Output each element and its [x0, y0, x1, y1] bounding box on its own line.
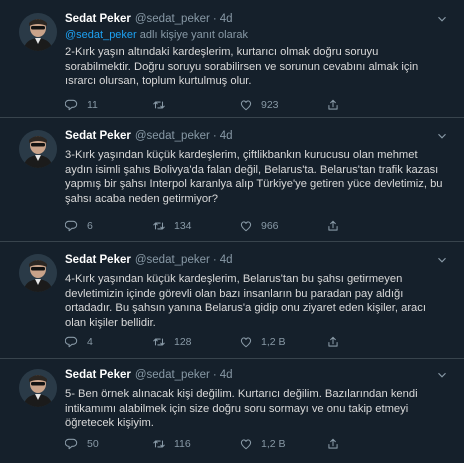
tweet-actions: 50 116 1,2 B: [65, 436, 410, 452]
like-button[interactable]: 923: [239, 98, 279, 112]
share-button[interactable]: [326, 437, 348, 451]
retweet-button[interactable]: 134: [152, 219, 192, 233]
heart-icon: [240, 100, 252, 111]
share-icon: [328, 336, 338, 347]
tweet-content: Sedat Peker @sedat_peker · 4d 3-Kırk yaş…: [65, 128, 450, 206]
tweet-text: 3-Kırk yaşından küçük kardeşlerim, çiftl…: [65, 149, 443, 205]
tweet[interactable]: Sedat Peker @sedat_peker · 4d 3-Kırk yaş…: [0, 118, 464, 242]
author-name[interactable]: Sedat Peker: [65, 11, 131, 27]
tweet-text: 4-Kırk yaşından küçük kardeşlerim, Belar…: [65, 273, 426, 329]
reply-icon: [65, 220, 78, 232]
like-count: 923: [261, 99, 279, 111]
tweet-timeline: Sedat Peker @sedat_peker · 4d @sedat_pek…: [0, 0, 464, 463]
author-name[interactable]: Sedat Peker: [65, 128, 131, 144]
share-button[interactable]: [326, 98, 348, 112]
retweet-count: 128: [174, 336, 192, 348]
author-name[interactable]: Sedat Peker: [65, 252, 131, 268]
avatar[interactable]: [19, 369, 57, 407]
avatar[interactable]: [19, 130, 57, 168]
tweet-content: Sedat Peker @sedat_peker · 4d 4-Kırk yaş…: [65, 252, 450, 330]
author-handle[interactable]: @sedat_peker: [135, 128, 210, 144]
tweet-content: Sedat Peker @sedat_peker · 4d 5- Ben örn…: [65, 367, 450, 431]
more-chevron-icon[interactable]: [434, 128, 450, 144]
reply-icon: [65, 438, 78, 450]
tweet-actions: 6 134 966: [65, 218, 410, 234]
retweet-button[interactable]: 116: [152, 437, 191, 451]
timestamp[interactable]: 4d: [220, 128, 233, 144]
like-count: 1,2 B: [261, 336, 286, 348]
tweet-text: 5- Ben örnek alınacak kişi değilim. Kurt…: [65, 388, 418, 429]
separator-dot: ·: [212, 254, 217, 266]
reply-icon: [65, 336, 78, 348]
author-handle[interactable]: @sedat_peker: [135, 367, 210, 383]
tweet-header: Sedat Peker @sedat_peker · 4d: [65, 128, 450, 144]
reply-icon: [65, 99, 78, 111]
share-button[interactable]: [326, 335, 348, 349]
more-chevron-icon[interactable]: [434, 367, 450, 383]
tweet[interactable]: Sedat Peker @sedat_peker · 4d 4-Kırk yaş…: [0, 242, 464, 359]
separator-dot: ·: [212, 13, 217, 25]
reply-button[interactable]: 50: [65, 437, 99, 451]
tweet-header: Sedat Peker @sedat_peker · 4d: [65, 11, 450, 27]
timestamp[interactable]: 4d: [220, 11, 233, 27]
separator-dot: ·: [212, 369, 217, 381]
share-icon: [328, 438, 338, 449]
reply-context: @sedat_peker adlı kişiye yanıt olarak: [65, 28, 450, 42]
reply-context-text: adlı kişiye yanıt olarak: [136, 29, 248, 41]
tweet-actions: 11 923: [65, 97, 410, 113]
like-count: 1,2 B: [261, 438, 286, 450]
more-chevron-icon[interactable]: [434, 252, 450, 268]
retweet-icon: [153, 338, 165, 346]
tweet-header: Sedat Peker @sedat_peker · 4d: [65, 252, 450, 268]
tweet[interactable]: Sedat Peker @sedat_peker · 4d 5- Ben örn…: [0, 359, 464, 463]
share-icon: [328, 99, 338, 110]
tweet-header: Sedat Peker @sedat_peker · 4d: [65, 367, 450, 383]
reply-count: 50: [87, 438, 99, 450]
reply-mention-link[interactable]: @sedat_peker: [65, 29, 137, 41]
heart-icon: [240, 221, 252, 232]
avatar[interactable]: [19, 254, 57, 292]
reply-button[interactable]: 4: [65, 335, 93, 349]
reply-button[interactable]: 11: [65, 98, 98, 112]
retweet-count: 116: [174, 438, 191, 450]
retweet-button[interactable]: 128: [152, 335, 192, 349]
tweet-actions: 4 128 1,2 B: [65, 334, 410, 350]
reply-count: 11: [87, 99, 98, 111]
share-icon: [328, 220, 338, 231]
like-count: 966: [261, 220, 279, 232]
like-button[interactable]: 1,2 B: [239, 437, 286, 451]
like-button[interactable]: 1,2 B: [239, 335, 286, 349]
tweet[interactable]: Sedat Peker @sedat_peker · 4d @sedat_pek…: [0, 0, 464, 118]
separator-dot: ·: [212, 130, 217, 142]
share-button[interactable]: [326, 219, 348, 233]
author-handle[interactable]: @sedat_peker: [135, 11, 210, 27]
more-chevron-icon[interactable]: [434, 11, 450, 27]
heart-icon: [240, 337, 252, 348]
reply-count: 4: [87, 336, 93, 348]
retweet-icon: [153, 222, 165, 230]
reply-count: 6: [87, 220, 93, 232]
timestamp[interactable]: 4d: [220, 252, 233, 268]
like-button[interactable]: 966: [239, 219, 279, 233]
tweet-text: 2-Kırk yaşın altındaki kardeşlerim, kurt…: [65, 46, 419, 87]
retweet-button[interactable]: [152, 98, 174, 112]
avatar[interactable]: [19, 13, 57, 51]
author-name[interactable]: Sedat Peker: [65, 367, 131, 383]
tweet-content: Sedat Peker @sedat_peker · 4d @sedat_pek…: [65, 11, 450, 89]
retweet-icon: [153, 101, 165, 109]
timestamp[interactable]: 4d: [220, 367, 233, 383]
retweet-count: 134: [174, 220, 192, 232]
heart-icon: [240, 439, 252, 450]
reply-button[interactable]: 6: [65, 219, 93, 233]
retweet-icon: [153, 440, 165, 448]
author-handle[interactable]: @sedat_peker: [135, 252, 210, 268]
